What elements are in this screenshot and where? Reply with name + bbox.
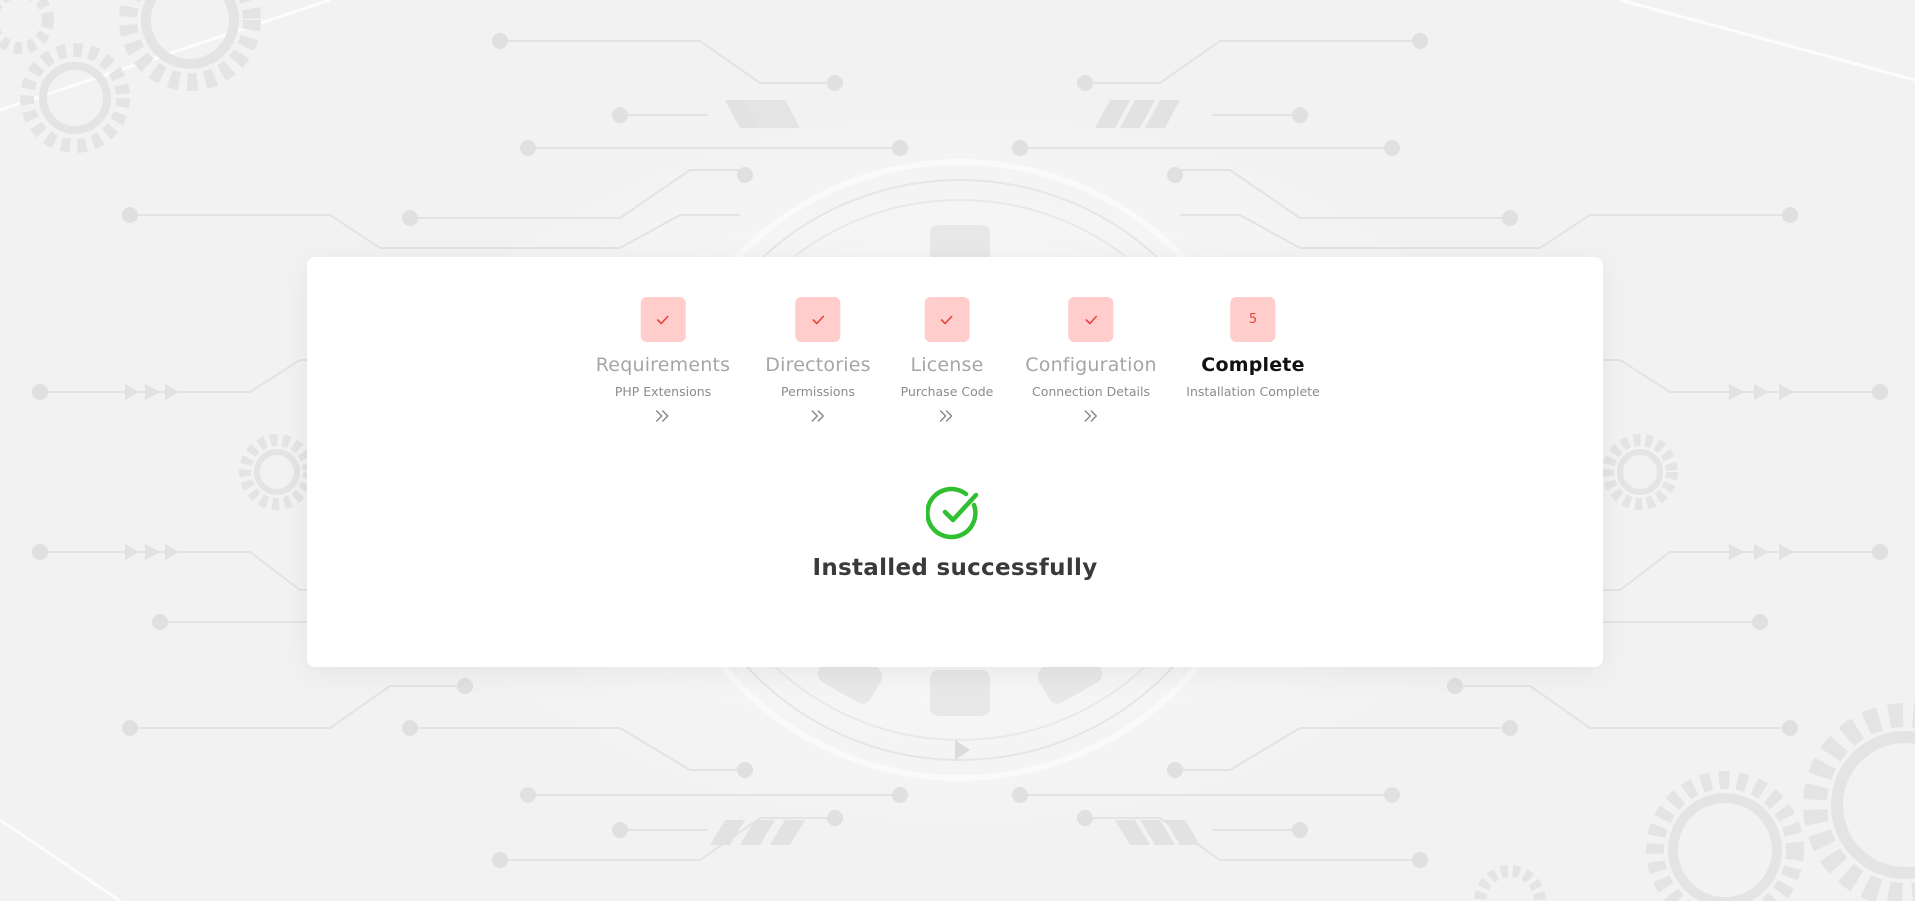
step-title: License bbox=[910, 354, 984, 376]
step-subtitle: Connection Details bbox=[1031, 384, 1151, 399]
check-icon bbox=[1085, 315, 1097, 325]
check-circle-icon bbox=[925, 484, 984, 542]
step-license: License Purchase Code bbox=[900, 297, 994, 429]
step-subtitle: Permissions bbox=[781, 384, 855, 399]
check-icon bbox=[812, 315, 824, 325]
step-title: Requirements bbox=[595, 354, 731, 376]
check-icon bbox=[941, 315, 953, 325]
step-configuration: Configuration Connection Details bbox=[1025, 297, 1157, 429]
double-chevron-right-icon bbox=[901, 409, 994, 429]
step-title: Directories bbox=[765, 354, 871, 376]
installer-card: Requirements PHP Extensions Directories … bbox=[307, 257, 1603, 667]
step-complete: 5 Complete Installation Complete bbox=[1186, 297, 1320, 399]
step-directories: Directories Permissions bbox=[765, 297, 871, 429]
step-badge bbox=[1068, 297, 1114, 342]
success-message: Installed successfully bbox=[812, 555, 1098, 581]
step-subtitle: Installation Complete bbox=[1186, 384, 1320, 399]
step-badge bbox=[924, 297, 970, 342]
step-title: Configuration bbox=[1025, 354, 1157, 376]
step-subtitle: Purchase Code bbox=[900, 384, 994, 399]
success-panel: Installed successfully bbox=[307, 484, 1603, 581]
double-chevron-right-icon bbox=[596, 409, 731, 429]
step-requirements: Requirements PHP Extensions bbox=[596, 297, 731, 429]
step-title: Complete bbox=[1201, 354, 1305, 376]
step-subtitle: PHP Extensions bbox=[614, 384, 712, 399]
step-number-badge: 5 bbox=[1230, 297, 1276, 342]
check-icon bbox=[657, 315, 669, 325]
double-chevron-right-icon bbox=[1025, 409, 1156, 429]
step-badge bbox=[640, 297, 686, 342]
step-badge bbox=[795, 297, 841, 342]
double-chevron-right-icon bbox=[765, 409, 870, 429]
